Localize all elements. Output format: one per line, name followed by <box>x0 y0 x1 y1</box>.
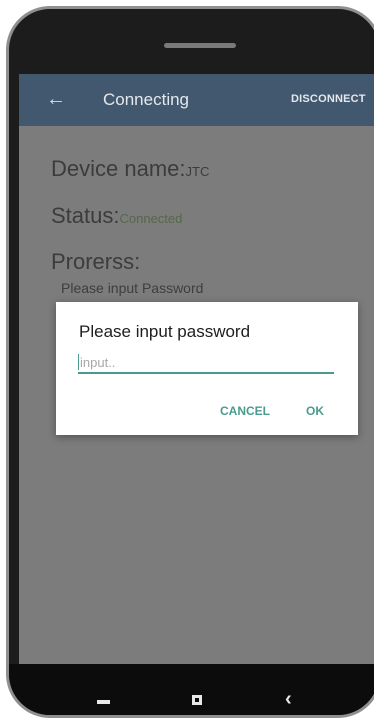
device-name-label: Device name: <box>51 156 186 181</box>
phone-frame: ← Connecting DISCONNECT Device name:JTC … <box>6 6 374 718</box>
back-chevron-icon[interactable]: ‹ <box>285 688 292 710</box>
ok-button[interactable]: OK <box>306 404 324 418</box>
status-label: Status: <box>51 203 120 228</box>
dialog-title: Please input password <box>79 322 251 341</box>
speaker-slot <box>164 43 236 48</box>
disconnect-button[interactable]: DISCONNECT <box>291 93 366 105</box>
back-arrow-icon[interactable]: ← <box>45 86 67 112</box>
progress-message: Please input Password <box>61 280 204 296</box>
cancel-button[interactable]: CANCEL <box>220 404 270 418</box>
text-caret <box>78 354 79 370</box>
app-screen: ← Connecting DISCONNECT Device name:JTC … <box>19 74 374 664</box>
home-square-icon[interactable] <box>192 695 202 705</box>
password-input[interactable] <box>78 352 334 374</box>
system-nav-bar: ‹ <box>9 664 374 715</box>
page-title: Connecting <box>103 90 190 109</box>
status-value: Connected <box>119 211 183 226</box>
password-dialog: Please input password CANCEL OK <box>56 302 358 435</box>
progress-label: Prorerss: <box>51 249 141 274</box>
device-name-value: JTC <box>185 164 210 179</box>
app-bar: ← Connecting DISCONNECT <box>19 74 374 126</box>
status-row: Status:Connected <box>51 203 182 229</box>
device-name-row: Device name:JTC <box>51 156 209 182</box>
menu-bar-icon[interactable] <box>97 700 110 704</box>
